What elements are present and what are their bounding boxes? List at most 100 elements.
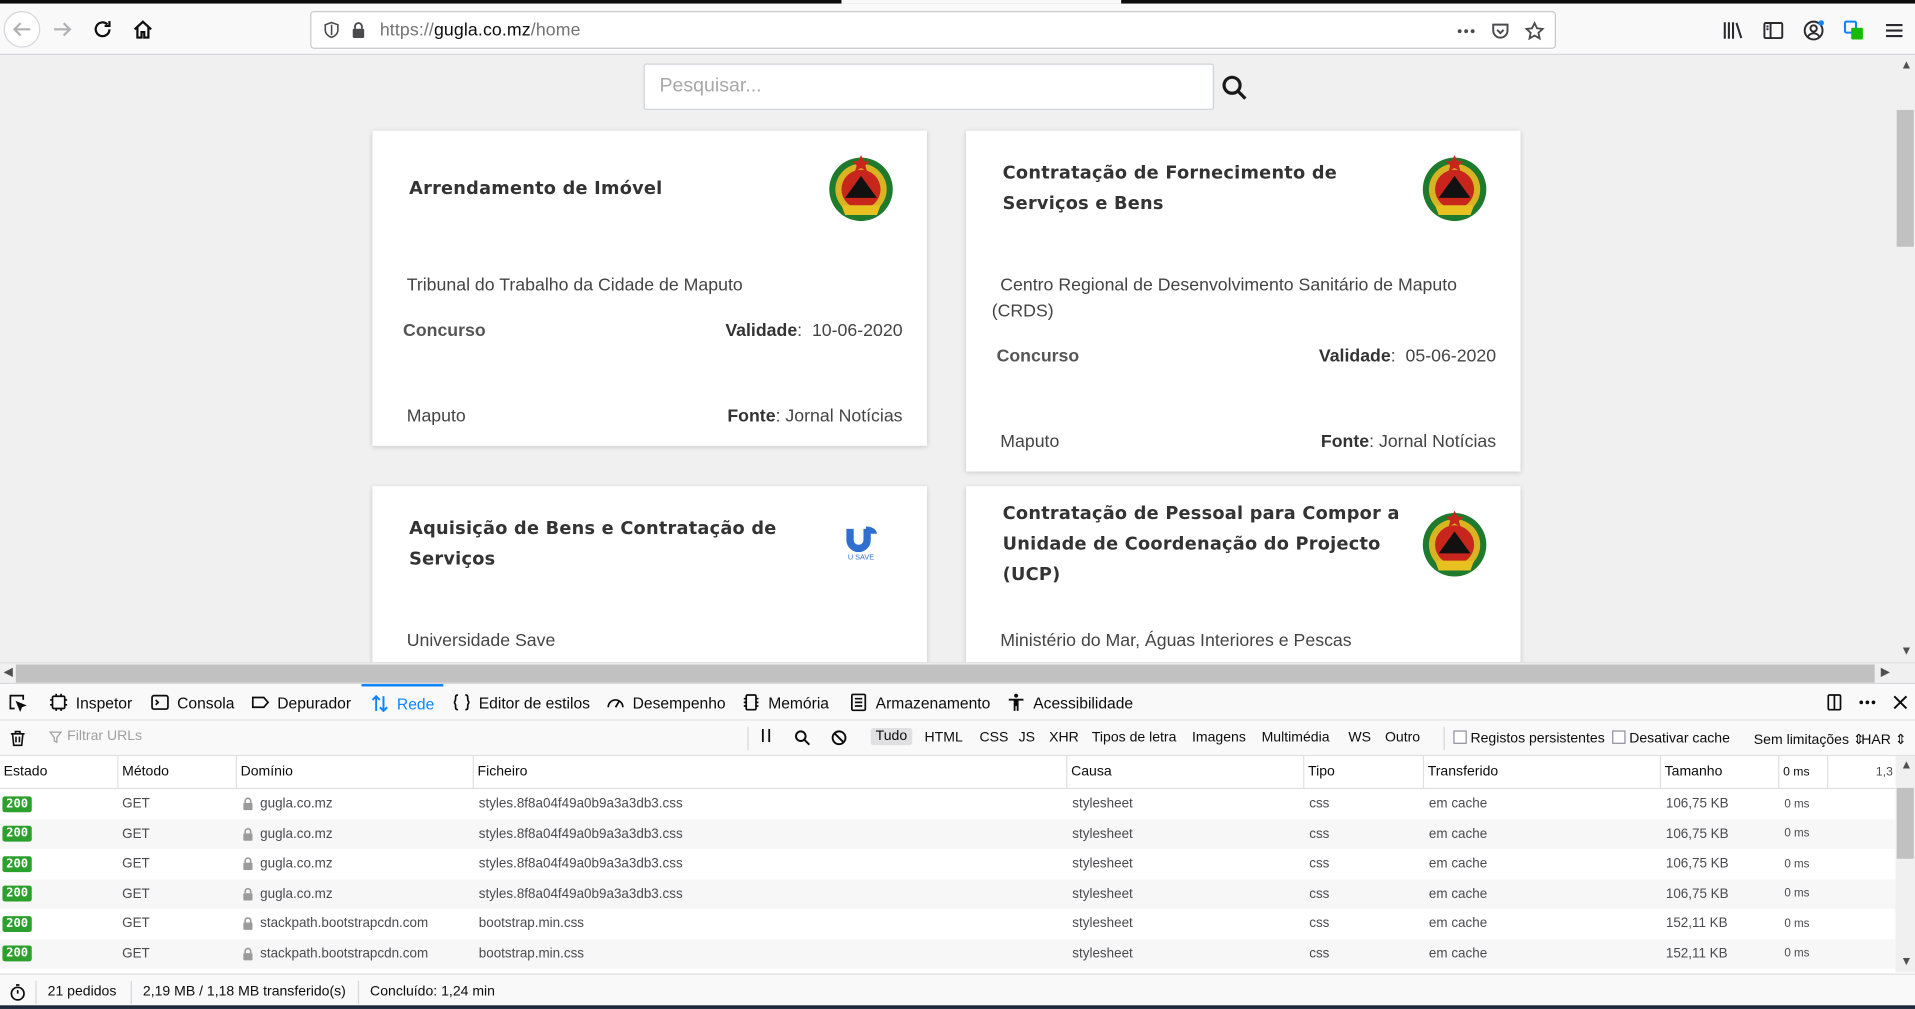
scroll-up-arrow-icon[interactable]: ▲ bbox=[1900, 759, 1912, 772]
card-title-line: Arrendamento de Imóvel bbox=[409, 179, 663, 200]
tab-memoria[interactable]: Memória bbox=[741, 684, 829, 721]
scrollbar-thumb[interactable] bbox=[15, 664, 1875, 683]
tab-acessibilidade[interactable]: Acessibilidade bbox=[1006, 684, 1133, 721]
cell-size: 106,75 KB bbox=[1665, 886, 1729, 902]
scrollbar-thumb[interactable] bbox=[1896, 109, 1914, 247]
column-timeline-end[interactable]: 1,3 bbox=[1827, 756, 1895, 788]
disable-cache-checkbox[interactable]: Desativar cache bbox=[1612, 730, 1730, 746]
block-icon[interactable] bbox=[830, 729, 847, 746]
tab-armazenamento[interactable]: Armazenamento bbox=[849, 684, 990, 721]
column-domain[interactable]: Domínio bbox=[235, 756, 293, 788]
filter-ws[interactable]: WS bbox=[1348, 730, 1371, 745]
column-size[interactable]: Tamanho bbox=[1659, 756, 1722, 788]
url-text[interactable]: https://gugla.co.mz/home bbox=[380, 20, 581, 40]
tab-editor-de-estilos[interactable]: Editor de estilos bbox=[452, 684, 590, 721]
mozambique-emblem-icon bbox=[1422, 155, 1487, 222]
search-icon[interactable] bbox=[794, 729, 811, 746]
menu-icon[interactable] bbox=[1877, 13, 1910, 46]
table-row[interactable]: 200 GET stackpath.bootstrapcdn.com bootstra… bbox=[0, 909, 1895, 939]
account-icon[interactable] bbox=[1797, 13, 1830, 46]
sidebar-icon[interactable] bbox=[1756, 13, 1789, 46]
scroll-down-arrow-icon[interactable]: ▼ bbox=[1900, 645, 1912, 658]
column-status[interactable]: Estado bbox=[0, 756, 48, 788]
column-type[interactable]: Tipo bbox=[1303, 756, 1335, 788]
filter-other[interactable]: Outro bbox=[1385, 730, 1420, 745]
tab-depurador[interactable]: Depurador bbox=[250, 684, 351, 721]
search-input[interactable] bbox=[643, 63, 1214, 110]
filter-html[interactable]: HTML bbox=[925, 730, 963, 745]
address-bar[interactable]: https://gugla.co.mz/home bbox=[310, 10, 1556, 49]
pause-icon[interactable]: || bbox=[761, 728, 774, 743]
page-actions-icon[interactable] bbox=[1452, 17, 1479, 44]
card-title[interactable]: Contratação de Fornecimento de Serviços e… bbox=[1003, 159, 1337, 220]
filter-all[interactable]: Tudo bbox=[870, 728, 913, 746]
filter-fonts[interactable]: Tipos de letra bbox=[1092, 730, 1177, 745]
trash-icon[interactable] bbox=[9, 729, 27, 747]
close-icon[interactable] bbox=[1888, 691, 1912, 713]
page-vertical-scrollbar[interactable]: ▲ ▼ bbox=[1895, 56, 1915, 663]
bookmark-star-icon[interactable] bbox=[1521, 17, 1548, 44]
tab-inspetor[interactable]: Inspetor bbox=[49, 684, 132, 721]
scroll-right-arrow-icon[interactable]: ▶ bbox=[1881, 666, 1890, 679]
pocket-icon[interactable] bbox=[1486, 17, 1513, 44]
status-badge: 200 bbox=[2, 885, 32, 902]
mozambique-emblem-icon bbox=[1422, 510, 1487, 577]
shield-icon[interactable] bbox=[319, 18, 343, 42]
tab-desempenho[interactable]: Desempenho bbox=[606, 684, 726, 721]
page-horizontal-scrollbar[interactable]: ◀ ▶ bbox=[0, 662, 1915, 683]
column-transferred[interactable]: Transferido bbox=[1422, 756, 1498, 788]
reload-button[interactable] bbox=[84, 11, 121, 48]
column-file[interactable]: Ficheiro bbox=[472, 756, 527, 788]
column-cause[interactable]: Causa bbox=[1066, 756, 1112, 788]
tab-label: Consola bbox=[177, 693, 235, 712]
filter-urls-input[interactable]: Filtrar URLs bbox=[48, 729, 142, 744]
throttling-select[interactable]: Sem limitações ⇕ bbox=[1754, 730, 1865, 748]
filter-images[interactable]: Imagens bbox=[1192, 730, 1246, 745]
forward-button[interactable] bbox=[44, 11, 81, 48]
scroll-up-arrow-icon[interactable]: ▲ bbox=[1900, 59, 1912, 72]
library-icon[interactable] bbox=[1716, 13, 1749, 46]
column-method[interactable]: Método bbox=[117, 756, 169, 788]
tab-rede[interactable]: Rede bbox=[361, 684, 443, 721]
more-options-icon[interactable] bbox=[1855, 691, 1879, 713]
extension-icon[interactable] bbox=[1837, 13, 1870, 46]
card-title[interactable]: Arrendamento de Imóvel bbox=[409, 175, 662, 206]
tender-card[interactable]: Contratação de Pessoal para Compor a Unid… bbox=[966, 486, 1521, 663]
tab-consola[interactable]: Consola bbox=[150, 684, 234, 721]
column-timeline[interactable]: 0 ms bbox=[1778, 756, 1810, 788]
back-button[interactable] bbox=[3, 10, 41, 48]
table-row[interactable]: 200 GET gugla.co.mz styles.8f8a04f49a0b9a3a… bbox=[0, 849, 1895, 879]
home-button[interactable] bbox=[125, 11, 162, 48]
scroll-down-arrow-icon[interactable]: ▼ bbox=[1900, 955, 1912, 968]
table-row[interactable]: 200 GET gugla.co.mz styles.8f8a04f49a0b9a3a… bbox=[0, 878, 1896, 909]
tab-label: Inspetor bbox=[75, 693, 133, 712]
tender-card[interactable]: Arrendamento de Imóvel Tribunal do Traba… bbox=[372, 130, 927, 446]
filter-media[interactable]: Multimédia bbox=[1262, 730, 1330, 745]
search-icon[interactable] bbox=[1221, 73, 1248, 102]
cell-time: 0 ms bbox=[1784, 797, 1810, 811]
scroll-left-arrow-icon[interactable]: ◀ bbox=[4, 666, 13, 679]
filter-js[interactable]: JS bbox=[1019, 730, 1035, 745]
stopwatch-icon[interactable] bbox=[9, 983, 27, 1001]
filter-css[interactable]: CSS bbox=[979, 730, 1008, 745]
persist-logs-checkbox[interactable]: Registos persistentes bbox=[1453, 730, 1605, 746]
table-row[interactable]: 200 GET gugla.co.mz styles.8f8a04f49a0b9a3a… bbox=[0, 789, 1895, 819]
tender-card[interactable]: Contratação de Fornecimento de Serviços e… bbox=[966, 130, 1521, 472]
table-row[interactable]: 200 GET stackpath.bootstrapcdn.com bootstra… bbox=[0, 938, 1896, 969]
dock-toggle-icon[interactable] bbox=[1822, 691, 1846, 713]
card-title[interactable]: Contratação de Pessoal para Compor a Unid… bbox=[1003, 500, 1400, 592]
cell-cause: stylesheet bbox=[1072, 856, 1133, 872]
checkbox-box[interactable] bbox=[1612, 730, 1626, 744]
har-menu[interactable]: HAR ⇕ bbox=[1861, 730, 1906, 748]
padlock-icon[interactable] bbox=[346, 18, 370, 42]
cell-file: styles.8f8a04f49a0b9a3a3db3.css bbox=[478, 886, 683, 902]
table-row[interactable]: 200 GET gugla.co.mz styles.8f8a04f49a0b9a3a… bbox=[0, 819, 1896, 849]
devtools-vertical-scrollbar[interactable]: ▲ ▼ bbox=[1895, 756, 1915, 973]
filter-xhr[interactable]: XHR bbox=[1049, 730, 1079, 745]
scrollbar-thumb[interactable] bbox=[1896, 787, 1914, 859]
tender-card[interactable]: Aquisição de Bens e Contratação de Serviç… bbox=[372, 486, 927, 663]
element-picker-button[interactable] bbox=[7, 684, 27, 721]
divider bbox=[357, 980, 360, 1005]
checkbox-box[interactable] bbox=[1453, 730, 1467, 744]
card-title[interactable]: Aquisição de Bens e Contratação de Serviç… bbox=[409, 514, 776, 575]
